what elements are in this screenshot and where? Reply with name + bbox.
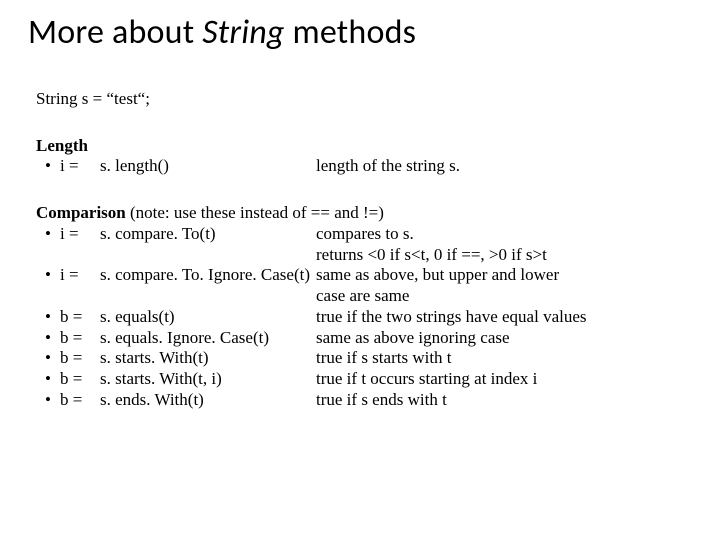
comparison-row: • b = s. starts. With(t, i) true if t oc…: [36, 369, 692, 390]
desc-cell: same as above, but upper and lower: [316, 265, 692, 286]
var-cell: b =: [60, 307, 100, 328]
var-cell: b =: [60, 369, 100, 390]
desc-cell: compares to s.: [316, 224, 692, 245]
var-cell: b =: [60, 328, 100, 349]
expr-cell: s. starts. With(t, i): [100, 369, 316, 390]
length-row: • i = s. length() length of the string s…: [36, 156, 692, 177]
var-cell: i =: [60, 265, 100, 286]
comparison-row-note: case are same: [36, 286, 692, 307]
comparison-row: • b = s. equals. Ignore. Case(t) same as…: [36, 328, 692, 349]
comparison-heading: Comparison: [36, 203, 126, 222]
comparison-row: • i = s. compare. To. Ignore. Case(t) sa…: [36, 265, 692, 286]
expr-cell: s. length(): [100, 156, 316, 177]
expr-cell: s. compare. To. Ignore. Case(t): [100, 265, 316, 286]
filler: [36, 245, 316, 266]
length-section: Length • i = s. length() length of the s…: [36, 136, 692, 177]
filler: [36, 286, 316, 307]
var-cell: i =: [60, 156, 100, 177]
var-cell: b =: [60, 390, 100, 411]
bullet-icon: •: [36, 390, 60, 411]
declaration: String s = “test“;: [36, 89, 692, 110]
expr-cell: s. starts. With(t): [100, 348, 316, 369]
comparison-row: • b = s. equals(t) true if the two strin…: [36, 307, 692, 328]
desc-cell: same as above ignoring case: [316, 328, 692, 349]
bullet-icon: •: [36, 369, 60, 390]
length-heading: Length: [36, 136, 692, 157]
expr-cell: s. equals(t): [100, 307, 316, 328]
comparison-heading-line: Comparison (note: use these instead of =…: [36, 203, 692, 224]
comparison-section: Comparison (note: use these instead of =…: [36, 203, 692, 410]
bullet-icon: •: [36, 265, 60, 286]
desc-cell: true if s starts with t: [316, 348, 692, 369]
title-italic: String: [202, 12, 284, 53]
bullet-icon: •: [36, 224, 60, 245]
var-cell: b =: [60, 348, 100, 369]
expr-cell: s. equals. Ignore. Case(t): [100, 328, 316, 349]
var-cell: i =: [60, 224, 100, 245]
slide-body: String s = “test“; Length • i = s. lengt…: [28, 89, 692, 411]
expr-cell: s. compare. To(t): [100, 224, 316, 245]
title-suffix: methods: [285, 12, 417, 53]
desc-cell: length of the string s.: [316, 156, 692, 177]
bullet-icon: •: [36, 348, 60, 369]
slide: More about String methods String s = “te…: [0, 0, 720, 457]
desc-cell: returns <0 if s<t, 0 if ==, >0 if s>t: [316, 245, 692, 266]
desc-cell: true if s ends with t: [316, 390, 692, 411]
desc-cell: case are same: [316, 286, 692, 307]
comparison-row: • b = s. starts. With(t) true if s start…: [36, 348, 692, 369]
expr-cell: s. ends. With(t): [100, 390, 316, 411]
comparison-row: • i = s. compare. To(t) compares to s.: [36, 224, 692, 245]
title-prefix: More about: [28, 12, 202, 53]
desc-cell: true if the two strings have equal value…: [316, 307, 692, 328]
bullet-icon: •: [36, 307, 60, 328]
desc-cell: true if t occurs starting at index i: [316, 369, 692, 390]
comparison-row: • b = s. ends. With(t) true if s ends wi…: [36, 390, 692, 411]
slide-title: More about String methods: [28, 12, 692, 53]
comparison-heading-note: (note: use these instead of == and !=): [126, 203, 384, 222]
comparison-row-note: returns <0 if s<t, 0 if ==, >0 if s>t: [36, 245, 692, 266]
bullet-icon: •: [36, 156, 60, 177]
bullet-icon: •: [36, 328, 60, 349]
